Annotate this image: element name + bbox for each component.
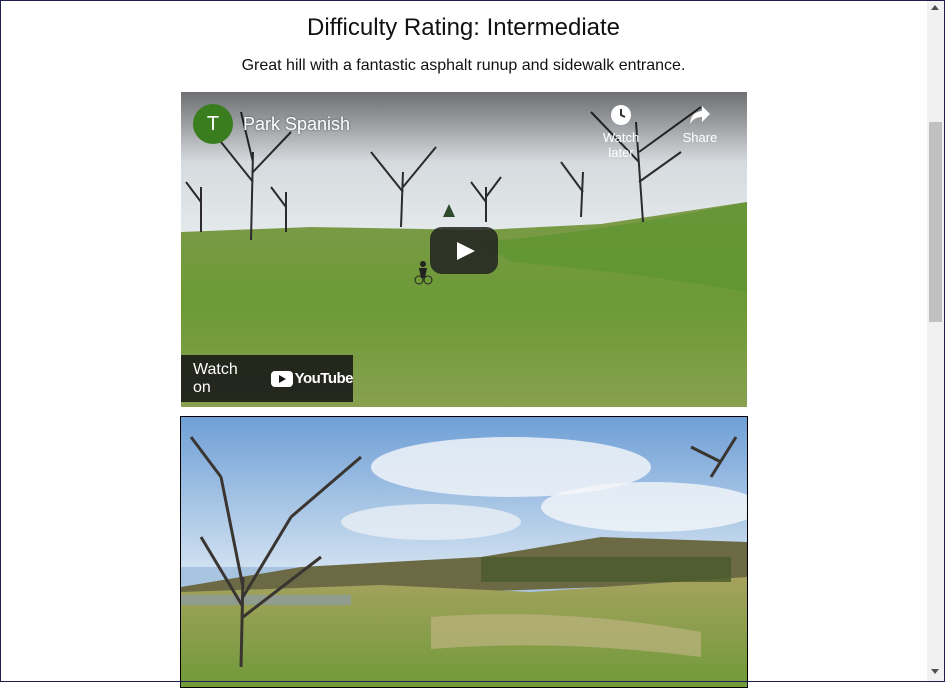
youtube-logo: YouTube [270,370,354,387]
scroll-down-arrow-icon[interactable] [931,669,939,674]
scrollbar-thumb[interactable] [929,122,942,322]
watch-later-button[interactable]: Watch later [589,104,653,160]
share-label: Share [682,130,718,145]
clock-icon [589,104,653,130]
channel-avatar[interactable]: T [193,104,233,144]
watch-on-label: Watch on [193,360,238,396]
youtube-video-embed[interactable]: T Park Spanish Watch later Share Watch o… [181,92,747,407]
share-button[interactable]: Share [668,104,732,145]
play-button[interactable] [430,227,498,274]
youtube-wordmark: YouTube [294,370,354,387]
park-photo-image [181,417,747,687]
park-photo [180,416,748,688]
scroll-up-arrow-icon[interactable] [931,5,939,10]
channel-initial: T [206,112,220,135]
share-arrow-icon [668,104,732,130]
watch-later-label: Watch later [602,130,640,160]
video-title-link[interactable]: Park Spanish [243,114,350,135]
watch-on-youtube-link[interactable]: Watch on YouTube [181,355,354,402]
youtube-play-icon [270,370,293,387]
hill-description: Great hill with a fantastic asphalt runu… [241,57,686,74]
page-content: Difficulty Rating: Intermediate Great hi… [0,0,927,688]
vertical-scrollbar[interactable] [927,0,945,682]
page-title: Difficulty Rating: Intermediate [306,14,621,41]
